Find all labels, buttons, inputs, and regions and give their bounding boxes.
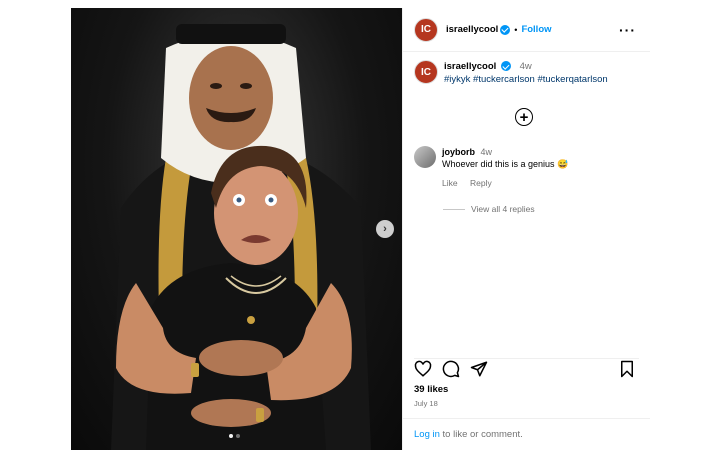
- view-replies-link[interactable]: View all 4 replies: [443, 204, 535, 214]
- plus-icon: +: [519, 108, 529, 126]
- post-date: July 18: [414, 399, 438, 408]
- post-caption: IC israellycool 4w #iykyk #tuckercarlson…: [414, 60, 608, 86]
- heart-icon[interactable]: [414, 360, 432, 378]
- share-icon[interactable]: [470, 360, 488, 378]
- post-photo: [111, 24, 371, 450]
- instagram-post: › IC israellycool • Follow ··· IC israel…: [71, 8, 650, 450]
- comment-time: 4w: [480, 147, 493, 157]
- bookmark-icon[interactable]: [618, 360, 636, 378]
- carousel-dot: [236, 434, 240, 438]
- load-more-comments-button[interactable]: +: [515, 108, 533, 126]
- verified-badge-icon: [500, 24, 511, 35]
- carousel-dot-active: [229, 434, 233, 438]
- follow-button[interactable]: Follow: [521, 24, 551, 35]
- author-avatar[interactable]: IC: [414, 17, 438, 42]
- commenter-username[interactable]: joyborb: [442, 147, 475, 157]
- commenter-avatar[interactable]: [414, 146, 436, 168]
- more-options-icon[interactable]: ···: [619, 22, 636, 38]
- action-icons: [414, 360, 488, 378]
- verified-badge-icon: [500, 61, 511, 72]
- comment-text: Whoever did this is a genius 😅: [442, 159, 569, 169]
- separator-dot: •: [514, 24, 518, 35]
- carousel-next-button[interactable]: ›: [376, 220, 394, 238]
- post-image[interactable]: ›: [71, 8, 402, 450]
- login-prompt-text: to like or comment.: [439, 429, 523, 440]
- comment-icon[interactable]: [442, 360, 460, 378]
- login-link[interactable]: Log in: [414, 429, 440, 440]
- post-sidebar: IC israellycool • Follow ··· IC israelly…: [402, 8, 650, 450]
- comment-item: joyborb 4w Whoever did this is a genius …: [414, 146, 568, 189]
- comment-reply-button[interactable]: Reply: [470, 178, 492, 188]
- caption-time: 4w: [519, 61, 532, 72]
- carousel-indicator: [229, 434, 240, 438]
- author-username[interactable]: israellycool: [446, 24, 498, 35]
- comment-like-button[interactable]: Like: [442, 178, 458, 188]
- post-header: IC israellycool • Follow ···: [403, 8, 650, 52]
- chevron-right-icon: ›: [383, 223, 387, 235]
- caption-avatar[interactable]: IC: [414, 60, 438, 84]
- caption-username[interactable]: israellycool: [444, 61, 496, 72]
- login-prompt: Log in to like or comment.: [403, 418, 650, 450]
- likes-count[interactable]: 39 likes: [414, 384, 448, 395]
- caption-hashtags[interactable]: #iykyk #tuckercarlson #tuckerqatarlson: [444, 73, 608, 86]
